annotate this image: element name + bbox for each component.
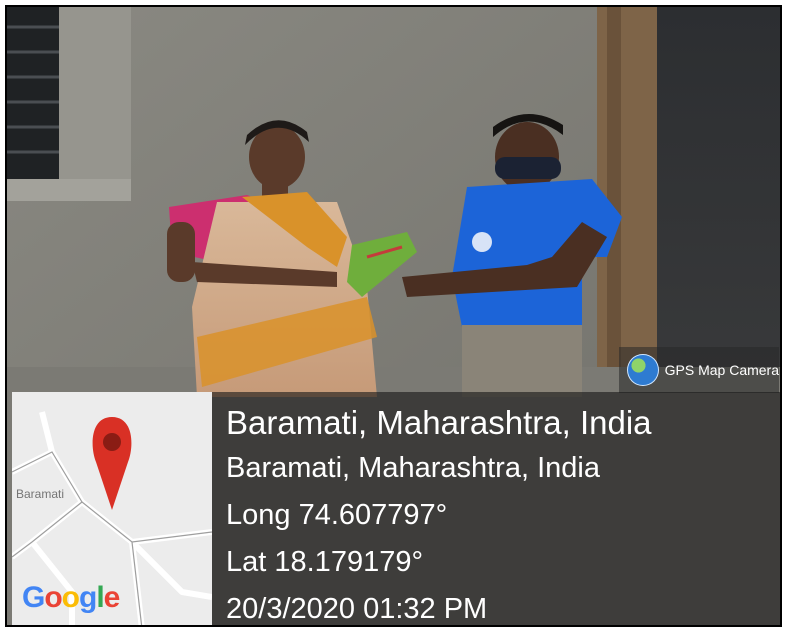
longitude-text: Long 74.607797° xyxy=(226,499,448,531)
address-title: Baramati, Maharashtra, India xyxy=(226,404,652,441)
location-info-panel: Baramati, Maharashtra, India Baramati, M… xyxy=(212,392,780,625)
gps-badge-label: GPS Map Camera xyxy=(664,362,779,378)
photo-frame: GPS Map Camera Baramati Google Baramati,… xyxy=(5,5,782,627)
datetime-text: 20/3/2020 01:32 PM xyxy=(226,593,488,625)
map-place-label: Baramati xyxy=(16,487,65,501)
address-detail: Baramati, Maharashtra, India xyxy=(226,452,600,484)
latitude-text: Lat 18.179179° xyxy=(226,546,424,578)
google-logo: Google xyxy=(22,581,120,614)
map-thumbnail: Baramati Google xyxy=(12,392,212,625)
gps-map-camera-badge: GPS Map Camera xyxy=(619,347,779,393)
globe-icon xyxy=(627,354,659,386)
